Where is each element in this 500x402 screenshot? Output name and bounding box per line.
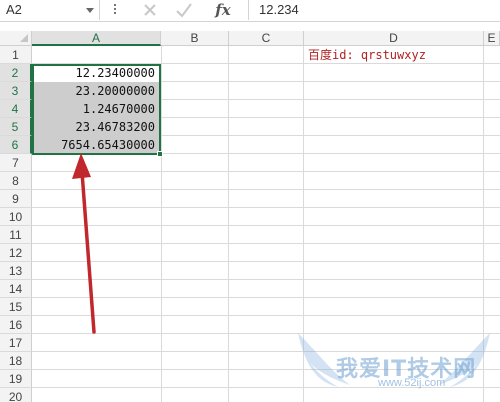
row-header-11[interactable]: 11 [0, 226, 32, 244]
cell-a6[interactable]: 7654.65430000 [32, 136, 161, 154]
column-header-d[interactable]: D [304, 31, 484, 46]
gridline [32, 225, 500, 226]
gridline [32, 189, 500, 190]
gridline [32, 315, 500, 316]
spreadsheet-grid: A B C D E 1 2 3 4 5 6 7 8 9 10 11 12 13 14 15 16 17 18 19 2… [0, 31, 500, 402]
gridline [32, 387, 500, 388]
gridline [32, 171, 500, 172]
gridline [32, 333, 500, 334]
row-header-5[interactable]: 5 [0, 118, 32, 136]
gridline [32, 279, 500, 280]
column-header-a[interactable]: A [32, 31, 161, 46]
row-header-7[interactable]: 7 [0, 154, 32, 172]
row-header-14[interactable]: 14 [0, 280, 32, 298]
fill-handle[interactable] [157, 151, 163, 157]
row-header-19[interactable]: 19 [0, 370, 32, 388]
cell-d1[interactable]: 百度id: qrstuwxyz [306, 46, 484, 64]
row-header-1[interactable]: 1 [0, 46, 32, 64]
column-header-b[interactable]: B [161, 31, 229, 46]
confirm-icon[interactable] [172, 0, 196, 20]
row-header-9[interactable]: 9 [0, 190, 32, 208]
gridline [32, 369, 500, 370]
gridline [32, 243, 500, 244]
cell-a3[interactable]: 23.20000000 [32, 82, 161, 100]
row-header-16[interactable]: 16 [0, 316, 32, 334]
name-box-dropdown-icon[interactable] [86, 8, 94, 13]
row-header-20[interactable]: 20 [0, 388, 32, 402]
column-header-e[interactable]: E [484, 31, 500, 46]
row-header-6[interactable]: 6 [0, 136, 32, 154]
formula-bar: A2 fx 12.234 [0, 0, 500, 22]
row-header-4[interactable]: 4 [0, 100, 32, 118]
select-all-corner[interactable] [0, 31, 32, 46]
column-header-c[interactable]: C [229, 31, 304, 46]
cell-a4[interactable]: 1.24670000 [32, 100, 161, 118]
gridline [32, 297, 500, 298]
row-header-18[interactable]: 18 [0, 352, 32, 370]
row-header-8[interactable]: 8 [0, 172, 32, 190]
gridline [32, 207, 500, 208]
row-header-12[interactable]: 12 [0, 244, 32, 262]
row-header-13[interactable]: 13 [0, 262, 32, 280]
gridline [32, 351, 500, 352]
cell-a5[interactable]: 23.46783200 [32, 118, 161, 136]
name-box[interactable]: A2 [0, 0, 100, 20]
row-header-3[interactable]: 3 [0, 82, 32, 100]
gridline [32, 261, 500, 262]
row-header-17[interactable]: 17 [0, 334, 32, 352]
formula-input[interactable]: 12.234 [248, 0, 500, 20]
fx-icon[interactable]: fx [208, 0, 238, 20]
row-header-2[interactable]: 2 [0, 64, 32, 82]
cell-a2[interactable]: 12.23400000 [32, 64, 161, 82]
row-header-15[interactable]: 15 [0, 298, 32, 316]
row-header-10[interactable]: 10 [0, 208, 32, 226]
cancel-icon[interactable] [138, 0, 162, 20]
more-options-icon[interactable] [113, 3, 117, 17]
